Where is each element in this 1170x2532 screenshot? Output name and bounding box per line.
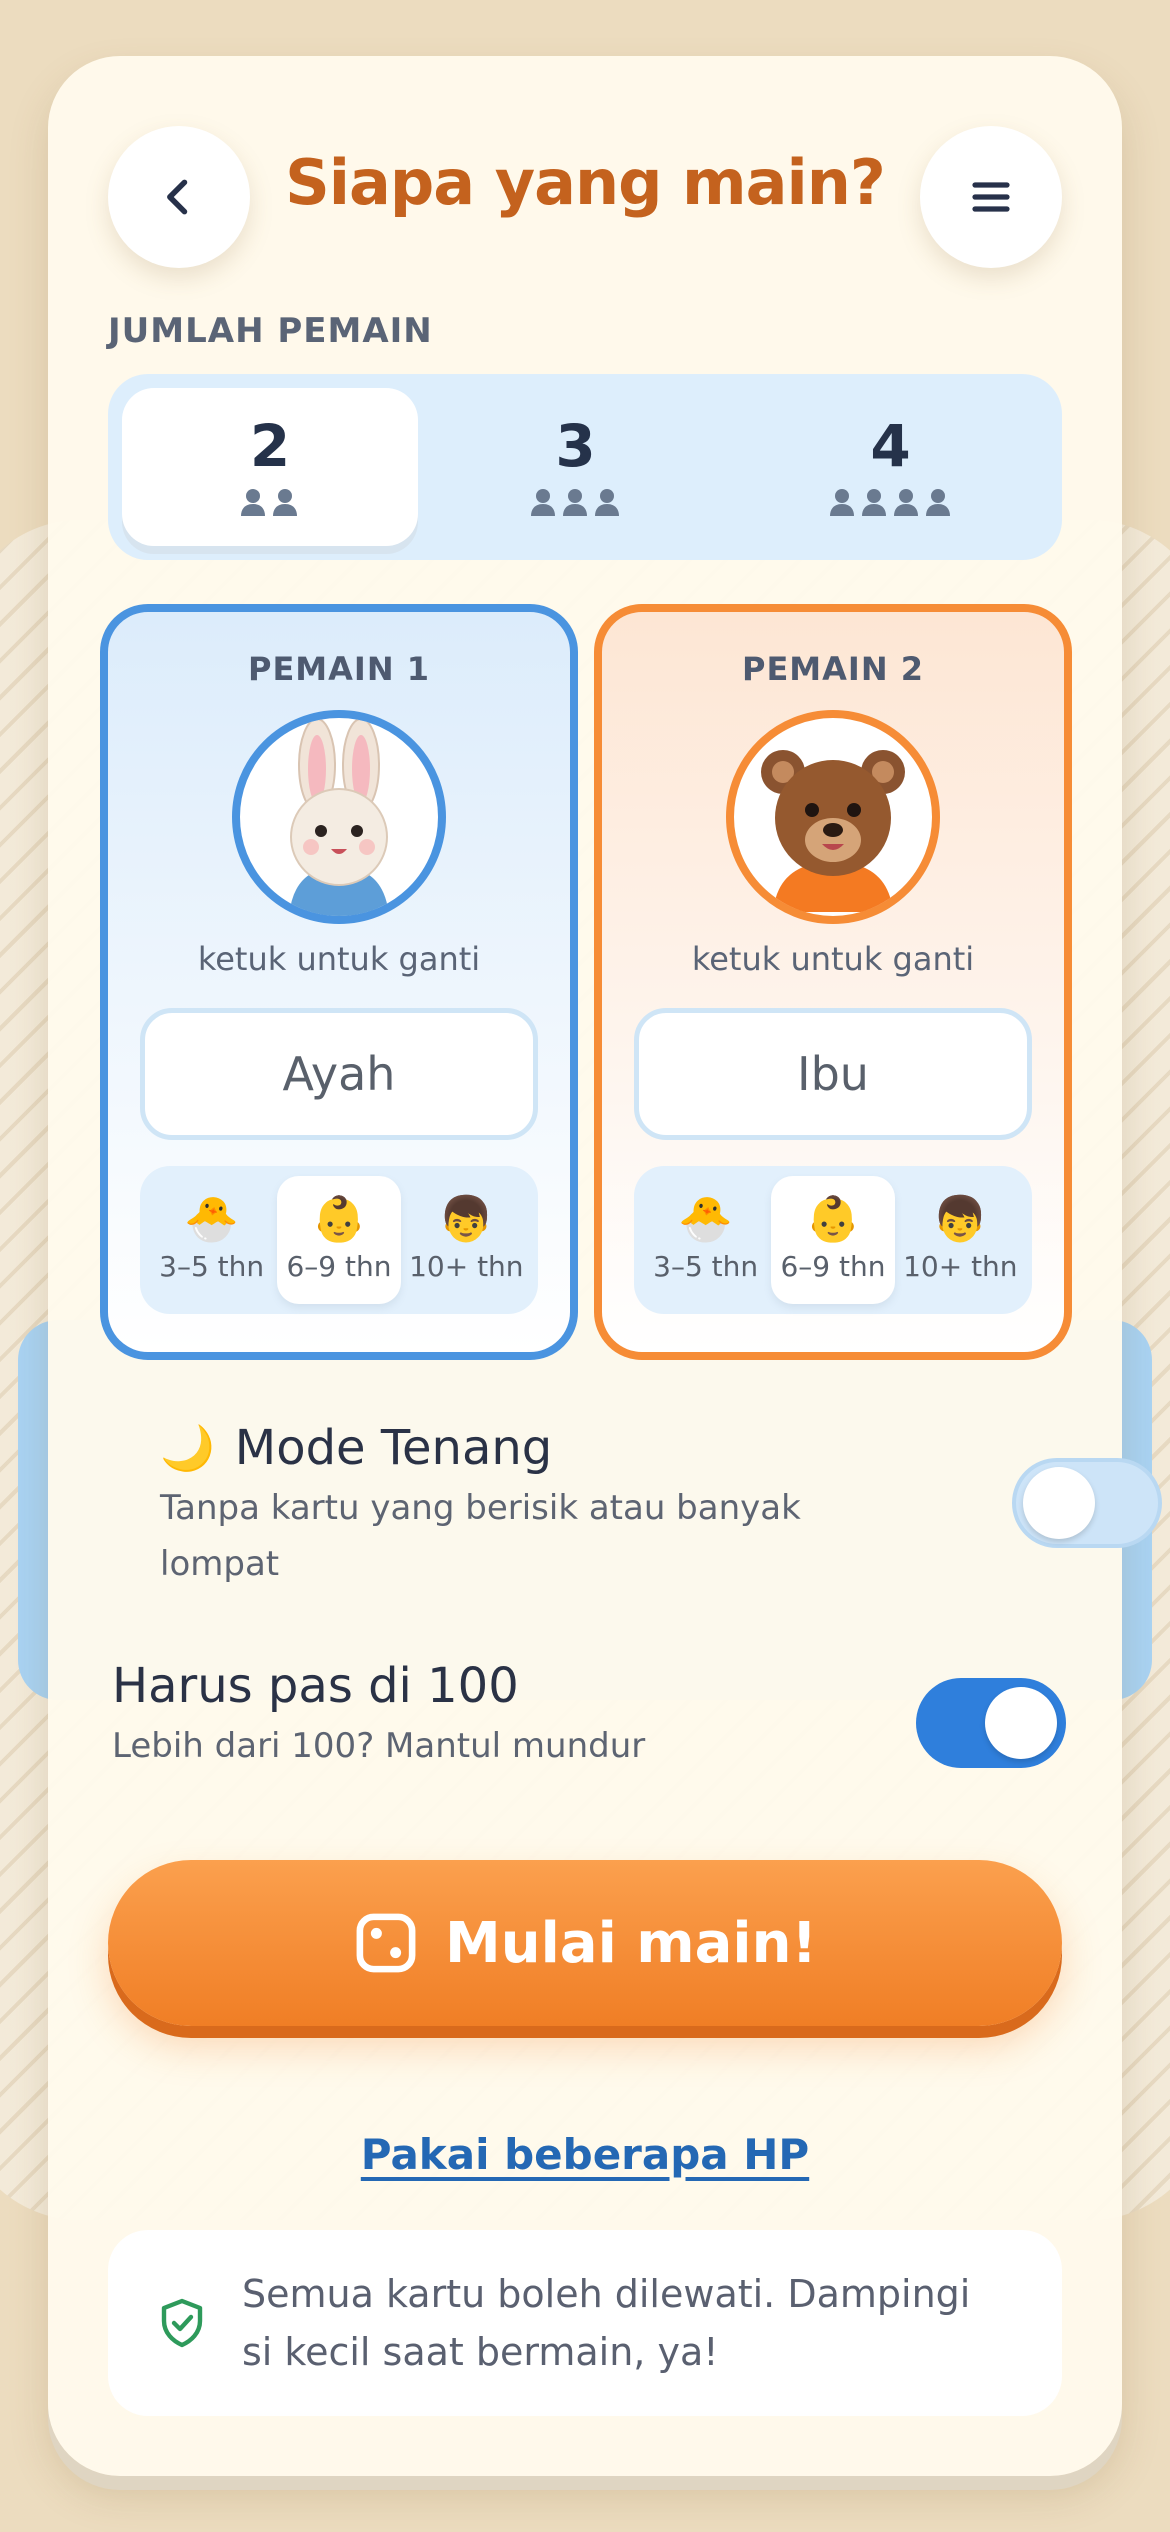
setup-card: Siapa yang main? JUMLAH PEMAIN 2 3 4 PEM…	[48, 56, 1162, 2476]
boy-icon: 👦	[932, 1193, 988, 1245]
hatching-chick-icon: 🐣	[184, 1193, 240, 1245]
bear-icon	[761, 750, 905, 912]
boy-icon: 👦	[438, 1193, 494, 1245]
exact-100-toggle[interactable]	[916, 1678, 1066, 1768]
calm-mode-desc: Tanpa kartu yang berisik atau banyak lom…	[160, 1488, 801, 1584]
player-count-selector: 2 3 4	[108, 374, 1062, 560]
hatching-chick-icon: 🐣	[678, 1193, 734, 1245]
age-label: 3–5 thn	[653, 1249, 759, 1283]
safety-note-text: Semua kartu boleh dilewati. Dampingi si …	[242, 2272, 971, 2374]
player-name-input[interactable]	[634, 1008, 1032, 1140]
age-label: 10+ thn	[903, 1249, 1018, 1283]
exact-100-title: Harus pas di 100	[112, 1658, 519, 1714]
multi-device-link[interactable]: Pakai beberapa HP	[48, 2130, 1122, 2179]
player-count-option-2[interactable]: 2	[122, 388, 418, 546]
player-title: PEMAIN 2	[741, 650, 924, 688]
calm-mode-setting: 🌙 Mode Tenang Tanpa kartu yang berisik a…	[160, 1420, 1162, 1592]
start-game-button[interactable]: Mulai main!	[108, 1860, 1062, 2026]
age-label: 3–5 thn	[159, 1249, 265, 1283]
player-count-label: JUMLAH PEMAIN	[108, 311, 433, 351]
child-icon: 👶	[805, 1193, 861, 1245]
change-avatar-hint: ketuk untuk ganti	[691, 940, 975, 978]
count-value: 4	[870, 411, 911, 480]
age-option-3-5[interactable]: 🐣 3–5 thn	[150, 1176, 273, 1304]
age-selector: 🐣 3–5 thn 👶 6–9 thn 👦 10+ thn	[634, 1166, 1032, 1314]
age-label: 6–9 thn	[780, 1249, 886, 1283]
calm-mode-toggle[interactable]	[1012, 1458, 1162, 1548]
people-icon	[239, 488, 301, 523]
start-game-label: Mulai main!	[444, 1910, 817, 1976]
safety-note: Semua kartu boleh dilewati. Dampingi si …	[108, 2230, 1062, 2416]
bunny-icon	[289, 718, 389, 916]
player-title: PEMAIN 1	[247, 650, 430, 688]
moon-icon: 🌙	[160, 1423, 215, 1474]
toggle-knob	[1023, 1467, 1095, 1539]
toggle-knob	[985, 1687, 1057, 1759]
player-count-option-3[interactable]: 3	[418, 388, 733, 546]
player-count-option-4[interactable]: 4	[733, 388, 1048, 546]
count-value: 3	[555, 411, 596, 480]
people-icon	[828, 488, 954, 523]
bear-avatar[interactable]	[726, 710, 940, 924]
calm-mode-title: Mode Tenang	[234, 1420, 553, 1476]
age-option-3-5[interactable]: 🐣 3–5 thn	[644, 1176, 767, 1304]
count-value: 2	[249, 411, 291, 480]
dice-icon	[356, 1913, 416, 1973]
shield-check-icon	[161, 2298, 203, 2348]
age-label: 10+ thn	[409, 1249, 524, 1283]
exact-100-setting: Harus pas di 100 Lebih dari 100? Mantul …	[112, 1658, 1066, 1774]
age-option-6-9[interactable]: 👶 6–9 thn	[277, 1176, 401, 1304]
menu-icon	[972, 182, 1010, 212]
player-name-input[interactable]	[140, 1008, 538, 1140]
age-label: 6–9 thn	[286, 1249, 392, 1283]
player-card-2: PEMAIN 2 ketuk untuk ganti 🐣 3–5 thn	[594, 604, 1072, 1360]
exact-100-desc: Lebih dari 100? Mantul mundur	[112, 1726, 646, 1766]
menu-button[interactable]	[920, 126, 1062, 268]
age-option-10-plus[interactable]: 👦 10+ thn	[405, 1176, 528, 1304]
child-icon: 👶	[311, 1193, 367, 1245]
age-option-6-9[interactable]: 👶 6–9 thn	[771, 1176, 895, 1304]
player-card-1: PEMAIN 1 ketuk untuk ganti 🐣 3–5 thn	[100, 604, 578, 1360]
age-selector: 🐣 3–5 thn 👶 6–9 thn 👦 10+ thn	[140, 1166, 538, 1314]
bunny-avatar[interactable]	[232, 710, 446, 924]
age-option-10-plus[interactable]: 👦 10+ thn	[899, 1176, 1022, 1304]
people-icon	[529, 488, 623, 523]
change-avatar-hint: ketuk untuk ganti	[197, 940, 481, 978]
